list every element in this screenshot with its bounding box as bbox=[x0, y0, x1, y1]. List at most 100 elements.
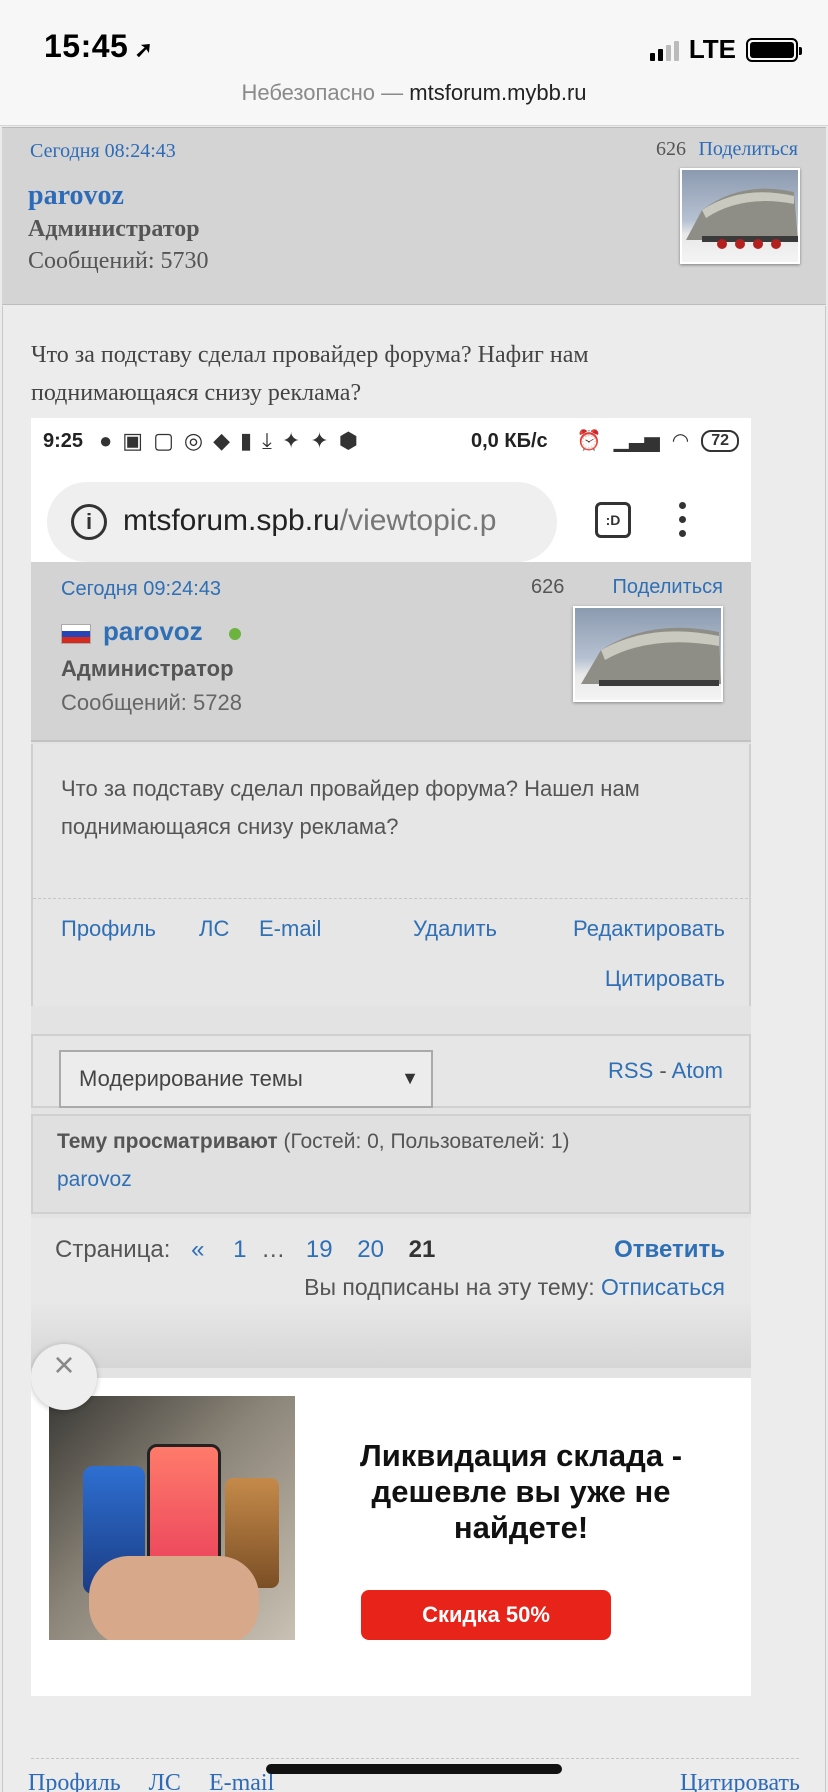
inner-share-link[interactable]: Поделиться bbox=[613, 576, 723, 599]
gallery-icon: ▣ bbox=[122, 428, 144, 453]
android-status-bar: 9:25 ● ▣ ▢ ◎ ◆ ▮ ⤓ ✦ ✦ ⬢ 0,0 КБ/с ⏰ ▁▃▅ … bbox=[31, 418, 751, 464]
post-date-link[interactable]: Сегодня 08:24:43 bbox=[30, 140, 176, 163]
share-link[interactable]: Поделиться bbox=[698, 138, 798, 161]
moderation-bar: Модерирование темы ▼ RSS - Atom bbox=[31, 1034, 751, 1108]
box-icon: ⬢ bbox=[338, 428, 358, 453]
divider bbox=[31, 1758, 799, 1759]
inner-post-message: Что за подставу сделал провайдер форума?… bbox=[61, 776, 640, 839]
location-arrow-icon: ➚ bbox=[134, 37, 154, 62]
viewers-counts: (Гостей: 0, Пользователей: 1) bbox=[277, 1130, 570, 1153]
subscription-status: Вы подписаны на эту тему: Отписаться bbox=[304, 1274, 725, 1301]
rss-link[interactable]: RSS bbox=[608, 1058, 653, 1083]
feed-links: RSS - Atom bbox=[608, 1058, 723, 1084]
locomotive-image bbox=[581, 627, 721, 686]
page-link-19[interactable]: 19 bbox=[306, 1236, 333, 1263]
russia-flag-icon bbox=[61, 624, 91, 644]
dropdown-arrow-icon: ▼ bbox=[401, 1068, 419, 1088]
signal-icon: ▁▃▅ bbox=[613, 430, 660, 452]
prev-page-link[interactable]: « bbox=[191, 1236, 204, 1263]
wifi-icon: ◠ bbox=[671, 430, 690, 452]
info-icon[interactable]: i bbox=[71, 504, 107, 540]
sparkle-icon: ✦ bbox=[281, 428, 301, 453]
edit-link[interactable]: Редактировать bbox=[573, 916, 725, 942]
post-number: 626 bbox=[656, 138, 686, 160]
chrome-url-path: /viewtopic.p bbox=[339, 504, 497, 537]
apps-icon: ◆ bbox=[213, 428, 231, 453]
delete-link[interactable]: Удалить bbox=[413, 916, 497, 942]
post-message: Что за подставу сделал провайдер форума?… bbox=[31, 342, 589, 406]
url-security-text: Небезопасно — bbox=[241, 80, 410, 105]
subscribed-text: Вы подписаны на эту тему: bbox=[304, 1274, 602, 1300]
battery-icon: 72 bbox=[701, 429, 739, 452]
inner-post-date[interactable]: Сегодня 09:24:43 bbox=[61, 578, 221, 601]
android-indicators: ⏰ ▁▃▅ ◠ 72 bbox=[577, 428, 739, 453]
home-indicator[interactable] bbox=[266, 1764, 562, 1774]
post-header: Сегодня 08:24:43 626 Поделиться parovoz … bbox=[2, 127, 826, 305]
bottom-quote-link[interactable]: Цитировать bbox=[680, 1770, 800, 1792]
quote-link[interactable]: Цитировать bbox=[605, 966, 725, 992]
moderation-select[interactable]: Модерирование темы ▼ bbox=[59, 1050, 433, 1108]
embedded-screenshot: 9:25 ● ▣ ▢ ◎ ◆ ▮ ⤓ ✦ ✦ ⬢ 0,0 КБ/с ⏰ ▁▃▅ … bbox=[31, 418, 751, 1696]
pagination: Страница: « 1 … 19 20 21 bbox=[55, 1236, 435, 1264]
post-body: Что за подставу сделал провайдер форума?… bbox=[2, 306, 826, 1792]
atom-link[interactable]: Atom bbox=[672, 1058, 723, 1083]
bottom-pm-link[interactable]: ЛС bbox=[149, 1770, 181, 1792]
status-time: 15:45 ➚ bbox=[44, 28, 153, 65]
close-icon[interactable]: × bbox=[31, 1344, 97, 1410]
signal-icon bbox=[649, 39, 679, 61]
page-link-20[interactable]: 20 bbox=[357, 1236, 384, 1263]
url-host: mtsforum.mybb.ru bbox=[409, 80, 587, 105]
ad-image bbox=[49, 1396, 295, 1640]
topic-viewers: Тему просматривают (Гостей: 0, Пользоват… bbox=[31, 1114, 751, 1214]
calendar-icon: ▢ bbox=[153, 428, 174, 453]
locomotive-image bbox=[686, 188, 798, 249]
pagination-bar: Страница: « 1 … 19 20 21 Ответить Вы под… bbox=[31, 1218, 751, 1368]
reply-link[interactable]: Ответить bbox=[614, 1236, 725, 1264]
ad-discount-button[interactable]: Скидка 50% bbox=[361, 1590, 611, 1640]
status-indicators: LTE bbox=[649, 34, 802, 65]
sparkle-icon: ✦ bbox=[310, 428, 329, 453]
inner-author-role: Администратор bbox=[61, 656, 234, 681]
battery-icon bbox=[746, 37, 802, 62]
net-speed: 0,0 КБ/с bbox=[471, 430, 548, 452]
inner-author-link[interactable]: parovoz bbox=[103, 616, 203, 647]
circle-icon: ◎ bbox=[183, 428, 204, 453]
inner-author-count: Сообщений: 5728 bbox=[61, 690, 242, 715]
tabs-button[interactable]: :D bbox=[595, 502, 631, 538]
browser-top-bar: 15:45 ➚ LTE Небезопасно — mtsforum.mybb.r… bbox=[0, 0, 828, 126]
trash-icon: ▮ bbox=[240, 428, 253, 453]
post-author-role: Администратор bbox=[28, 216, 200, 242]
bottom-email-link[interactable]: E-mail bbox=[209, 1770, 274, 1792]
viewers-label: Тему просматривают bbox=[57, 1130, 278, 1153]
android-time: 9:25 bbox=[43, 430, 84, 452]
current-page: 21 bbox=[408, 1236, 436, 1263]
address-bar[interactable]: Небезопасно — mtsforum.mybb.ru bbox=[0, 80, 828, 106]
chrome-address-bar[interactable]: i mtsforum.spb.ru/viewtopic.p bbox=[47, 482, 557, 562]
inner-post-body: Что за подставу сделал провайдер форума?… bbox=[31, 744, 751, 1006]
page-link-1[interactable]: 1 bbox=[233, 1236, 246, 1263]
pm-link[interactable]: ЛС bbox=[199, 916, 229, 942]
ad-banner[interactable]: Ликвидация склада - дешевле вы уже не на… bbox=[31, 1378, 751, 1696]
divider bbox=[33, 898, 751, 899]
online-status-icon bbox=[229, 628, 241, 640]
chrome-url: mtsforum.spb.ru/viewtopic.p bbox=[123, 504, 496, 538]
post-author-count: Сообщений: 5730 bbox=[28, 248, 209, 274]
network-label: LTE bbox=[688, 34, 736, 64]
feed-separator: - bbox=[659, 1058, 667, 1083]
email-link[interactable]: E-mail bbox=[259, 916, 321, 942]
notification-icons: ● ▣ ▢ ◎ ◆ ▮ ⤓ ✦ ✦ ⬢ bbox=[99, 428, 358, 454]
pagination-ellipsis: … bbox=[261, 1236, 286, 1263]
viewers-text: Тему просматривают (Гостей: 0, Пользоват… bbox=[57, 1130, 570, 1154]
inner-post-number: 626 bbox=[531, 576, 565, 598]
moderation-select-value: Модерирование темы bbox=[79, 1066, 303, 1091]
unsubscribe-link[interactable]: Отписаться bbox=[601, 1274, 725, 1300]
post-author-link[interactable]: parovoz bbox=[28, 180, 124, 212]
viewer-user-link[interactable]: parovoz bbox=[57, 1168, 132, 1192]
more-menu-icon[interactable] bbox=[679, 502, 686, 537]
inner-avatar bbox=[573, 606, 723, 702]
bottom-profile-link[interactable]: Профиль bbox=[28, 1770, 121, 1792]
pagination-label: Страница: bbox=[55, 1236, 171, 1263]
profile-link[interactable]: Профиль bbox=[61, 916, 156, 942]
chrome-url-host: mtsforum.spb.ru bbox=[123, 504, 340, 537]
status-time-text: 15:45 bbox=[44, 28, 129, 64]
